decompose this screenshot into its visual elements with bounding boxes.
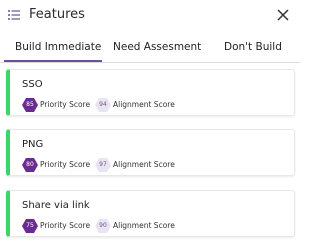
priority-score-label: Priority Score xyxy=(40,160,91,169)
priority-score-label: Priority Score xyxy=(40,100,91,109)
alignment-score-badge: 97 xyxy=(95,158,111,172)
close-icon[interactable] xyxy=(276,8,290,22)
page-title: Features xyxy=(29,7,85,22)
active-tab-indicator xyxy=(4,60,102,62)
priority-score-badge: 85 xyxy=(22,98,38,112)
feature-card[interactable]: Share via link 75 Priority Score 90 Alig… xyxy=(6,190,295,237)
alignment-score-label: Alignment Score xyxy=(113,160,175,169)
alignment-score-label: Alignment Score xyxy=(113,100,175,109)
alignment-score-badge: 90 xyxy=(95,219,111,233)
feature-card[interactable]: SSO 85 Priority Score 94 Alignment Score xyxy=(6,69,295,116)
alignment-score-badge: 94 xyxy=(95,98,111,112)
tab-need-assesment[interactable]: Need Assesment xyxy=(113,40,201,54)
priority-score-badge: 80 xyxy=(22,158,38,172)
priority-score-label: Priority Score xyxy=(40,221,91,230)
feature-name: SSO xyxy=(22,79,43,90)
alignment-score-label: Alignment Score xyxy=(113,221,175,230)
tab-dont-build[interactable]: Don't Build xyxy=(224,40,282,54)
feature-card[interactable]: PNG 80 Priority Score 97 Alignment Score xyxy=(6,129,295,176)
priority-score-badge: 75 xyxy=(22,219,38,233)
tab-build-immediate[interactable]: Build Immediate xyxy=(15,40,101,54)
feature-name: Share via link xyxy=(22,200,90,211)
panel-header: Features xyxy=(0,0,300,32)
feature-name: PNG xyxy=(22,139,44,150)
tab-bar: Build Immediate Need Assesment Don't Bui… xyxy=(0,37,300,63)
list-icon[interactable] xyxy=(8,10,20,20)
